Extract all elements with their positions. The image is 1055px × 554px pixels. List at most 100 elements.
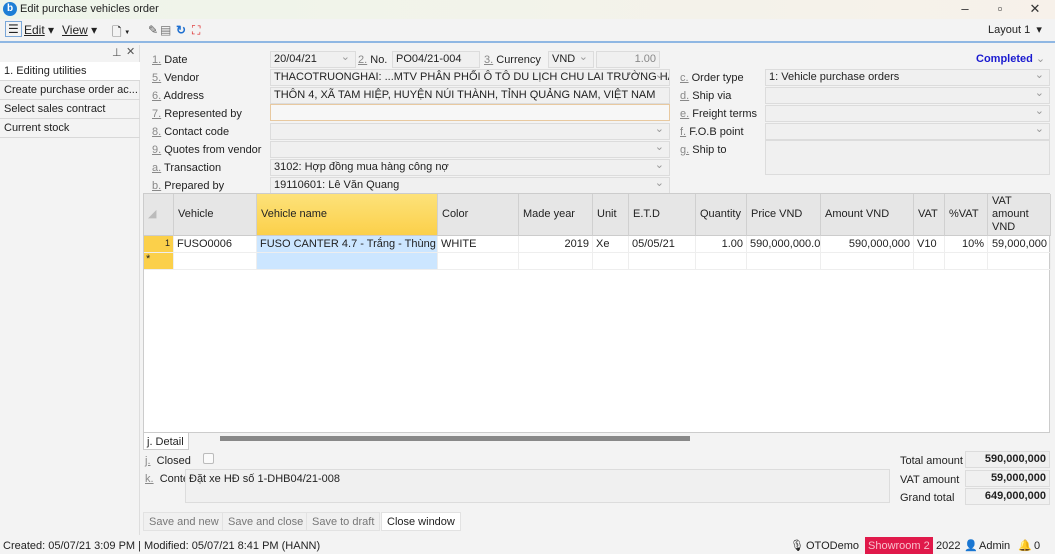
prepared-by-select[interactable]: 19110601: Lê Văn Quang: [270, 177, 670, 194]
pin-icon[interactable]: ⊥: [112, 46, 122, 59]
grid-cell[interactable]: 590,000,000.00: [747, 236, 821, 253]
grid-new-cell[interactable]: [988, 253, 1051, 270]
closed-label: j. Closed: [145, 455, 191, 467]
vendor-select[interactable]: THACOTRUONGHAI: ...MTV PHÂN PHỐI Ô TÔ DU…: [270, 69, 670, 86]
grid-new-cell[interactable]: [519, 253, 593, 270]
column-header[interactable]: VAT amount VND: [988, 194, 1051, 236]
ship-via-select[interactable]: [765, 87, 1050, 104]
grid-new-cell[interactable]: [629, 253, 696, 270]
grid-new-cell[interactable]: [174, 253, 257, 270]
column-header[interactable]: Quantity: [696, 194, 747, 236]
order-no-field[interactable]: PO04/21-004: [392, 51, 480, 68]
grid-cell[interactable]: Xe: [593, 236, 629, 253]
grid-cell[interactable]: 59,000,000: [988, 236, 1051, 253]
fiscal-year[interactable]: 2022: [936, 540, 960, 552]
vat-amount-value: 59,000,000: [965, 470, 1050, 487]
left-item-select-sales-contract[interactable]: Select sales contract: [0, 100, 140, 119]
left-item-editing-utilities[interactable]: 1. Editing utilities: [0, 62, 140, 81]
date-field[interactable]: 20/04/21: [270, 51, 356, 68]
grid-cell[interactable]: 2019: [519, 236, 593, 253]
showroom-badge[interactable]: Showroom 2: [865, 537, 933, 554]
transaction-select[interactable]: 3102: Hợp đồng mua hàng công nợ: [270, 159, 670, 176]
total-amount-label: Total amount: [900, 455, 963, 467]
grid-cell[interactable]: FUSO0006: [174, 236, 257, 253]
edit-menu[interactable]: Edit ▾: [24, 23, 54, 37]
maximize-icon[interactable]: ▫: [985, 1, 1015, 17]
column-header[interactable]: Unit: [593, 194, 629, 236]
exchange-rate-field[interactable]: 1.00: [596, 51, 660, 68]
fob-point-select[interactable]: [765, 123, 1050, 140]
close-icon[interactable]: ✕: [1020, 1, 1050, 17]
column-header[interactable]: Vehicle name: [257, 194, 438, 236]
grid-new-cell[interactable]: [696, 253, 747, 270]
grid-cell[interactable]: V10: [914, 236, 945, 253]
currency-select[interactable]: VND: [548, 51, 594, 68]
user-name[interactable]: Admin: [979, 540, 1010, 552]
column-header[interactable]: Color: [438, 194, 519, 236]
window-title: Edit purchase vehicles order: [20, 3, 159, 15]
column-header[interactable]: VAT: [914, 194, 945, 236]
column-header[interactable]: Price VND: [747, 194, 821, 236]
grid-new-cell[interactable]: [593, 253, 629, 270]
left-item-create-purchase-order[interactable]: Create purchase order ac...: [0, 81, 140, 100]
app-logo-icon: b: [3, 2, 17, 16]
left-panel: ⊥ ✕ 1. Editing utilities Create purchase…: [0, 45, 140, 535]
contact-code-select[interactable]: [270, 123, 670, 140]
grid-cell[interactable]: 05/05/21: [629, 236, 696, 253]
freight-label: e. Freight terms: [680, 108, 758, 120]
menu-icon[interactable]: ☰: [5, 21, 22, 37]
status-select[interactable]: Completed ⌄: [976, 52, 1045, 65]
new-document-icon[interactable]: 🗋 ▾: [112, 23, 129, 44]
new-row-marker[interactable]: *: [144, 253, 174, 270]
layout-select[interactable]: Layout 1 ▾: [988, 23, 1042, 36]
view-menu[interactable]: View ▾: [62, 23, 97, 37]
grid-cell[interactable]: 590,000,000: [821, 236, 914, 253]
fob-label: f. F.O.B point: [680, 126, 744, 138]
pdf-icon[interactable]: ⛶: [192, 23, 200, 38]
grid-cell[interactable]: WHITE: [438, 236, 519, 253]
column-header[interactable]: %VAT: [945, 194, 988, 236]
refresh-icon[interactable]: ↻: [176, 23, 186, 37]
bell-icon[interactable]: 🔔: [1018, 539, 1032, 552]
grid-new-cell[interactable]: [438, 253, 519, 270]
grand-total-label: Grand total: [900, 492, 955, 504]
save-icon[interactable]: ▤: [160, 23, 171, 37]
address-field[interactable]: THÔN 4, XÃ TAM HIỆP, HUYỆN NÚI THÀNH, TỈ…: [270, 87, 670, 104]
close-panel-icon[interactable]: ✕: [126, 45, 135, 58]
left-item-current-stock[interactable]: Current stock: [0, 119, 140, 138]
close-window-button[interactable]: Close window: [381, 512, 461, 531]
closed-checkbox[interactable]: [203, 453, 214, 464]
pencil-icon[interactable]: ✎: [148, 23, 158, 37]
contact-label: 8. Contact code: [152, 126, 230, 138]
grid-new-cell[interactable]: [821, 253, 914, 270]
quotes-label: 9. Quotes from vendor: [152, 144, 262, 156]
grid-new-cell[interactable]: [945, 253, 988, 270]
row-number[interactable]: 1: [144, 236, 174, 253]
column-header[interactable]: E.T.D: [629, 194, 696, 236]
tab-detail[interactable]: j. Detail: [143, 432, 189, 450]
toolbar: ☰ Edit ▾ View ▾ 🗋 ▾ ✎ ▤ ↻ ⛶ Layout 1 ▾: [0, 19, 1055, 43]
grid-new-cell[interactable]: [914, 253, 945, 270]
column-header[interactable]: Made year: [519, 194, 593, 236]
horizontal-scrollbar[interactable]: [220, 436, 690, 441]
detail-grid: ◢ Vehicle Vehicle name Color Made year Unit E.…: [143, 193, 1051, 433]
save-and-close-button[interactable]: Save and close: [222, 512, 310, 531]
save-to-draft-button[interactable]: Save to draft: [306, 512, 381, 531]
grid-cell[interactable]: FUSO CANTER 4.7 - Trắng - Thùng mui: [257, 236, 438, 253]
grid-new-cell[interactable]: [257, 253, 438, 270]
grid-new-cell[interactable]: [747, 253, 821, 270]
grid-cell[interactable]: 10%: [945, 236, 988, 253]
ship-to-field[interactable]: [765, 140, 1050, 175]
order-type-select[interactable]: 1: Vehicle purchase orders: [765, 69, 1050, 86]
minimize-icon[interactable]: –: [950, 1, 980, 17]
freight-terms-select[interactable]: [765, 105, 1050, 122]
database-icon: 🎙: [790, 540, 804, 552]
column-header[interactable]: Vehicle: [174, 194, 257, 236]
grid-cell[interactable]: 1.00: [696, 236, 747, 253]
column-header[interactable]: Amount VND: [821, 194, 914, 236]
represented-by-input[interactable]: [270, 104, 670, 121]
quotes-select[interactable]: [270, 141, 670, 158]
content-field[interactable]: Đặt xe HĐ số 1-DHB04/21-008: [185, 469, 890, 503]
save-and-new-button[interactable]: Save and new: [143, 512, 225, 531]
grid-corner[interactable]: ◢: [144, 194, 174, 236]
